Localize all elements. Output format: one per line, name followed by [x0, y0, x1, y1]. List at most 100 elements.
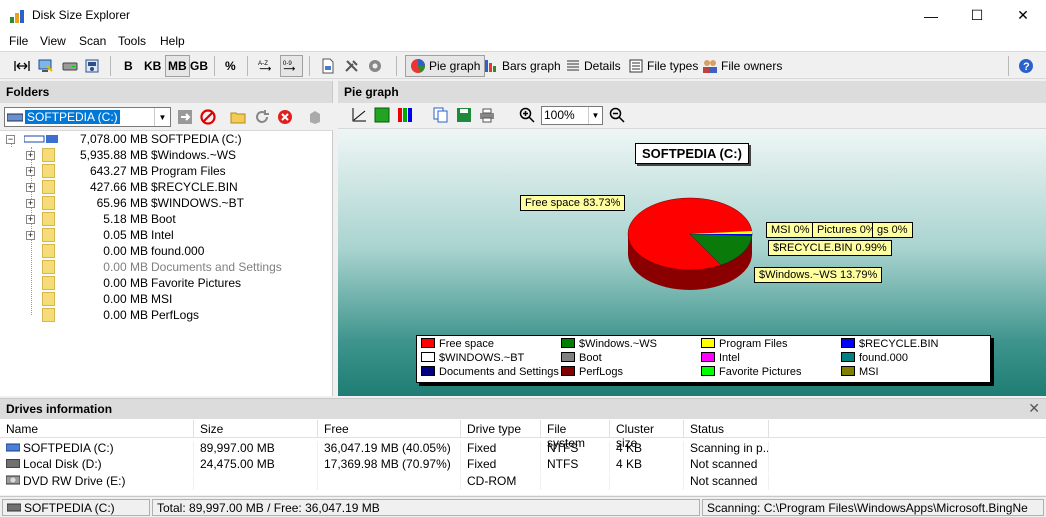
- main-toolbar: B KB MB GB % A-Z 0-9 Pie graph Bars grap…: [0, 51, 1046, 79]
- delete-button[interactable]: [306, 108, 324, 126]
- menu-help[interactable]: Help: [160, 34, 185, 48]
- file-types-icon: [629, 59, 643, 73]
- export-button[interactable]: [320, 55, 339, 77]
- svg-text:0-9: 0-9: [283, 60, 293, 67]
- expand-icon[interactable]: +: [26, 215, 35, 224]
- scan-network-button[interactable]: [84, 55, 103, 77]
- column-header-size[interactable]: Size: [194, 420, 318, 438]
- refresh-button[interactable]: [253, 108, 271, 126]
- background-color-button[interactable]: [373, 106, 391, 124]
- sort-size-button[interactable]: 0-9: [280, 55, 303, 77]
- stop-icon: [200, 109, 216, 125]
- drive-name: SOFTPEDIA (C:): [23, 441, 114, 455]
- column-header-cluster-size[interactable]: Cluster size: [610, 420, 684, 450]
- tree-row[interactable]: + 65.96 MB $WINDOWS.~BT: [0, 195, 333, 211]
- column-header-name[interactable]: Name: [0, 420, 194, 438]
- expand-icon[interactable]: +: [26, 183, 35, 192]
- tree-row[interactable]: 0.00 MB Documents and Settings: [0, 259, 333, 275]
- tree-name: Intel: [151, 228, 174, 242]
- cancel-button[interactable]: [276, 108, 294, 126]
- print-button[interactable]: [478, 106, 496, 124]
- tree-row[interactable]: 0.00 MB PerfLogs: [0, 307, 333, 323]
- tree-name: Documents and Settings: [151, 260, 282, 274]
- column-header-status[interactable]: Status: [684, 420, 769, 438]
- toolbar-separator: [247, 56, 248, 76]
- palette-button[interactable]: [396, 106, 414, 124]
- column-header-file-system[interactable]: File system: [541, 420, 610, 450]
- tree-name: $RECYCLE.BIN: [151, 180, 238, 194]
- tree-row[interactable]: 0.00 MB MSI: [0, 291, 333, 307]
- close-button[interactable]: ✕: [1000, 0, 1046, 31]
- menu-scan[interactable]: Scan: [79, 34, 106, 48]
- tree-row-root[interactable]: − 7,078.00 MB SOFTPEDIA (C:): [0, 131, 333, 147]
- menu-file[interactable]: File: [9, 34, 28, 48]
- column-header-free[interactable]: Free: [318, 420, 461, 438]
- status-total: Total: 89,997.00 MB / Free: 36,047.19 MB: [152, 499, 700, 516]
- table-row[interactable]: Local Disk (D:): [0, 457, 194, 473]
- copy-button[interactable]: [432, 106, 450, 124]
- percent-button[interactable]: %: [225, 55, 236, 77]
- unit-mb-button[interactable]: MB: [165, 55, 190, 77]
- options-button[interactable]: [367, 55, 386, 77]
- sort-alpha-button[interactable]: A-Z: [258, 55, 277, 77]
- help-button[interactable]: ?: [1018, 55, 1037, 77]
- chevron-down-icon[interactable]: ▼: [588, 107, 602, 124]
- zoom-in-button[interactable]: [518, 106, 536, 124]
- expand-icon[interactable]: +: [26, 199, 35, 208]
- dvd-drive-icon: [5, 475, 21, 485]
- unit-gb-button[interactable]: GB: [190, 55, 208, 77]
- menu-view[interactable]: View: [40, 34, 66, 48]
- tree-name: found.000: [151, 244, 205, 258]
- menu-tools[interactable]: Tools: [118, 34, 146, 48]
- legend-item: MSI: [841, 366, 879, 380]
- drive-icon: [24, 135, 58, 143]
- pie-graph-view-button[interactable]: Pie graph: [405, 55, 486, 77]
- unit-b-button[interactable]: B: [124, 55, 133, 77]
- drive-select[interactable]: SOFTPEDIA (C:) ▼: [4, 107, 171, 127]
- status-scanning: Scanning: C:\Program Files\WindowsApps\M…: [702, 499, 1044, 516]
- save-button[interactable]: [455, 106, 473, 124]
- tree-row[interactable]: 0.00 MB found.000: [0, 243, 333, 259]
- details-label: Details: [584, 59, 621, 73]
- chevron-down-icon[interactable]: ▼: [154, 108, 170, 126]
- tree-row[interactable]: + 427.66 MB $RECYCLE.BIN: [0, 179, 333, 195]
- tree-row[interactable]: 0.00 MB Favorite Pictures: [0, 275, 333, 291]
- toolbar-separator: [214, 56, 215, 76]
- collapse-icon[interactable]: −: [6, 135, 15, 144]
- expand-icon[interactable]: +: [26, 151, 35, 160]
- tree-row[interactable]: + 5,935.88 MB $Windows.~WS: [0, 147, 333, 163]
- bar-chart-icon: [485, 60, 496, 72]
- tree-row[interactable]: + 0.05 MB Intel: [0, 227, 333, 243]
- folder-icon: [42, 260, 55, 274]
- tools-button[interactable]: [344, 55, 363, 77]
- fit-width-button[interactable]: [14, 55, 33, 77]
- go-button[interactable]: [176, 108, 194, 126]
- details-view-button[interactable]: Details: [565, 55, 621, 77]
- drive-type: Fixed: [461, 457, 541, 473]
- pie-title: SOFTPEDIA (C:): [635, 143, 749, 164]
- scan-drive-button[interactable]: [62, 55, 81, 77]
- table-row[interactable]: SOFTPEDIA (C:): [0, 441, 194, 457]
- zoom-out-button[interactable]: [608, 106, 626, 124]
- status-drive-label: SOFTPEDIA (C:): [24, 501, 115, 515]
- file-owners-view-button[interactable]: File owners: [702, 55, 782, 77]
- zoom-select[interactable]: 100% ▼: [541, 106, 603, 125]
- bars-graph-view-button[interactable]: Bars graph: [483, 55, 561, 77]
- pie-graph-header: Pie graph: [338, 81, 1046, 103]
- expand-icon[interactable]: +: [26, 167, 35, 176]
- tree-row[interactable]: + 5.18 MB Boot: [0, 211, 333, 227]
- stop-scan-button[interactable]: [199, 108, 217, 126]
- column-header-drive-type[interactable]: Drive type: [461, 420, 541, 438]
- maximize-button[interactable]: ☐: [954, 0, 1000, 31]
- open-folder-button[interactable]: [229, 108, 247, 126]
- network-drive-icon: [85, 59, 99, 73]
- minimize-button[interactable]: —: [908, 0, 954, 31]
- expand-icon[interactable]: +: [26, 231, 35, 240]
- unit-kb-button[interactable]: KB: [144, 55, 161, 77]
- table-row[interactable]: DVD RW Drive (E:): [0, 474, 194, 490]
- close-icon[interactable]: ✕: [1028, 400, 1040, 417]
- tree-row[interactable]: + 643.27 MB Program Files: [0, 163, 333, 179]
- scan-computer-button[interactable]: [38, 55, 57, 77]
- axis-button[interactable]: [350, 106, 368, 124]
- file-types-view-button[interactable]: File types: [628, 55, 698, 77]
